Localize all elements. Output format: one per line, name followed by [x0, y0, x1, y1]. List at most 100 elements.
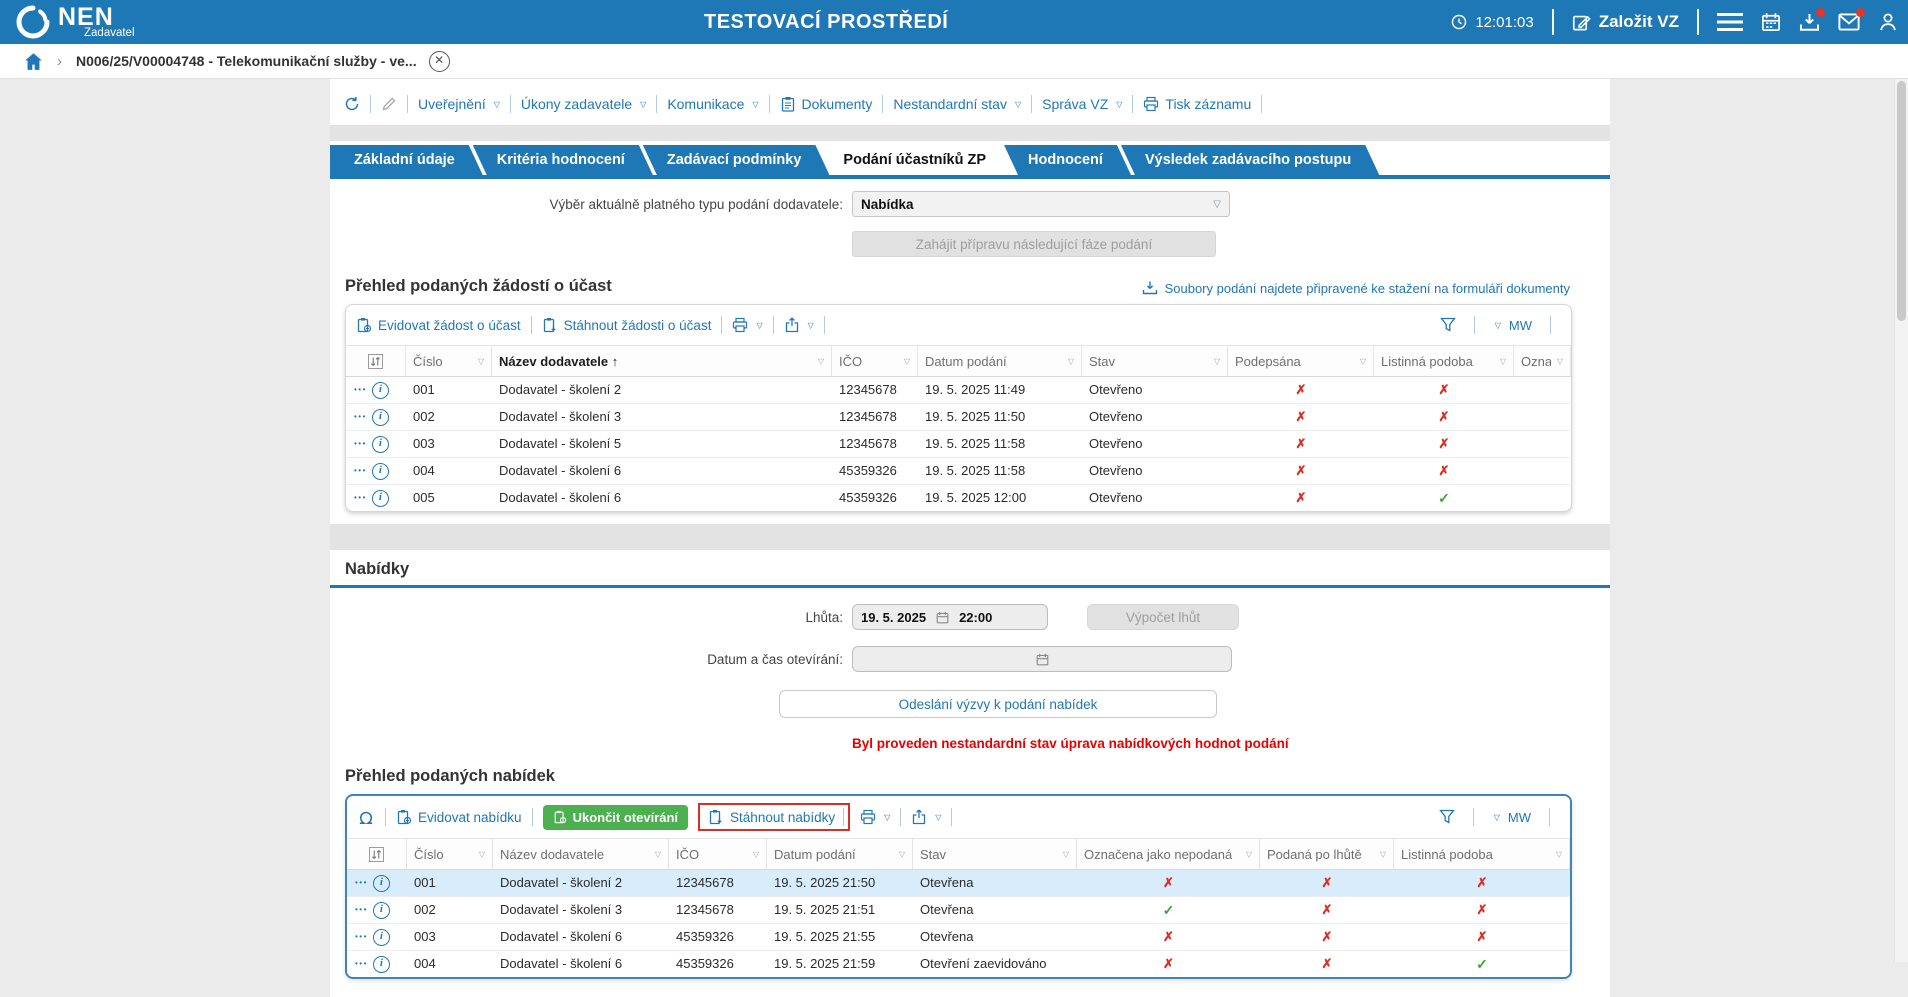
- column-filter-icon[interactable]: ▽: [1246, 850, 1252, 859]
- row-menu-icon[interactable]: •••: [354, 431, 367, 457]
- close-icon[interactable]: ✕: [429, 51, 450, 72]
- tab-5[interactable]: Výsledek zadávacího postupu: [1121, 145, 1379, 175]
- command-item-3[interactable]: Dokumenty: [780, 96, 873, 112]
- column-header-0[interactable]: Číslo▽: [406, 346, 492, 376]
- user-icon[interactable]: [1878, 12, 1898, 32]
- chevron-down-icon[interactable]: ▽: [1494, 813, 1500, 822]
- opening-datetime-field[interactable]: [852, 646, 1232, 672]
- info-icon[interactable]: i: [373, 929, 390, 946]
- watch-button[interactable]: [357, 808, 375, 826]
- info-icon[interactable]: i: [372, 436, 389, 453]
- info-icon[interactable]: i: [373, 956, 390, 973]
- column-filter-icon[interactable]: ▽: [479, 850, 485, 859]
- print-button[interactable]: ▽: [732, 317, 762, 333]
- command-item-0[interactable]: Uveřejnění▽: [418, 96, 500, 112]
- filter-icon[interactable]: [1439, 809, 1455, 825]
- column-header-7[interactable]: Označe▽: [1514, 346, 1571, 376]
- column-filter-icon[interactable]: ▽: [818, 357, 824, 366]
- column-filter-icon[interactable]: ▽: [899, 850, 905, 859]
- submission-type-select[interactable]: Nabídka ▽: [852, 191, 1230, 217]
- column-filter-icon[interactable]: ▽: [1063, 850, 1069, 859]
- mw-toggle[interactable]: MW: [1508, 810, 1531, 825]
- tab-0[interactable]: Základní údaje: [330, 145, 483, 175]
- send-call-for-offers-button[interactable]: Odeslání výzvy k podání nabídek: [779, 690, 1217, 718]
- table-row[interactable]: •••i004Dodavatel - školení 64535932619. …: [346, 457, 1571, 484]
- column-header-7[interactable]: Listinná podoba▽: [1394, 839, 1570, 869]
- tab-2[interactable]: Zadávací podmínky: [643, 145, 830, 175]
- column-header-5[interactable]: Označena jako nepodaná▽: [1077, 839, 1260, 869]
- tab-3[interactable]: Podání účastníků ZP: [819, 145, 1014, 175]
- info-icon[interactable]: i: [372, 382, 389, 399]
- scrollbar-thumb[interactable]: [1897, 81, 1906, 321]
- tab-1[interactable]: Kritéria hodnocení: [473, 145, 653, 175]
- files-download-link[interactable]: Soubory podání najdete připravené ke sta…: [1142, 280, 1570, 296]
- print-button[interactable]: ▽: [860, 809, 890, 825]
- column-filter-icon[interactable]: ▽: [1068, 357, 1074, 366]
- column-filter-icon[interactable]: ▽: [1360, 357, 1366, 366]
- table-row[interactable]: •••i003Dodavatel - školení 51234567819. …: [346, 430, 1571, 457]
- tab-4[interactable]: Hodnocení: [1004, 145, 1131, 175]
- info-icon[interactable]: i: [373, 902, 390, 919]
- row-menu-icon[interactable]: •••: [354, 377, 367, 403]
- evidovat-zadost-button[interactable]: Evidovat žádost o účast: [356, 317, 521, 333]
- column-filter-icon[interactable]: ▽: [655, 850, 661, 859]
- command-item-2[interactable]: Komunikace▽: [667, 96, 758, 112]
- info-icon[interactable]: i: [372, 409, 389, 426]
- column-header-3[interactable]: Datum podání▽: [767, 839, 913, 869]
- refresh-button[interactable]: [344, 96, 360, 112]
- column-header-4[interactable]: Stav▽: [913, 839, 1077, 869]
- menu-icon[interactable]: [1717, 12, 1743, 32]
- column-filter-icon[interactable]: ▽: [1557, 357, 1563, 366]
- chevron-down-icon[interactable]: ▽: [1495, 321, 1501, 330]
- vertical-scrollbar[interactable]: [1894, 79, 1908, 962]
- info-icon[interactable]: i: [372, 490, 389, 507]
- table-row[interactable]: •••i005Dodavatel - školení 64535932619. …: [346, 484, 1571, 511]
- command-item-4[interactable]: Nestandardní stav▽: [893, 96, 1021, 112]
- breadcrumb-item[interactable]: N006/25/V00004748 - Telekomunikační služ…: [76, 53, 417, 69]
- column-filter-icon[interactable]: ▽: [753, 850, 759, 859]
- table-row[interactable]: •••i002Dodavatel - školení 31234567819. …: [346, 403, 1571, 430]
- column-filter-icon[interactable]: ▽: [1556, 850, 1562, 859]
- command-item-1[interactable]: Úkony zadavatele▽: [521, 96, 646, 112]
- row-menu-icon[interactable]: •••: [355, 870, 368, 896]
- row-menu-icon[interactable]: •••: [355, 924, 368, 950]
- nen-logo[interactable]: NEN Zadavatel: [16, 5, 135, 40]
- column-filter-icon[interactable]: ▽: [1380, 850, 1386, 859]
- table-row[interactable]: •••i003Dodavatel - školení 64535932619. …: [347, 923, 1570, 950]
- table-row[interactable]: •••i001Dodavatel - školení 21234567819. …: [346, 377, 1571, 403]
- info-icon[interactable]: i: [373, 875, 390, 892]
- column-header-5[interactable]: Podepsána▽: [1228, 346, 1374, 376]
- end-opening-button[interactable]: Ukončit otevírání: [543, 805, 688, 830]
- table-row[interactable]: •••i004Dodavatel - školení 64535932619. …: [347, 950, 1570, 977]
- table-row[interactable]: •••i001Dodavatel - školení 21234567819. …: [347, 870, 1570, 896]
- info-icon[interactable]: i: [372, 463, 389, 480]
- column-filter-icon[interactable]: ▽: [478, 357, 484, 366]
- column-filter-icon[interactable]: ▽: [904, 357, 910, 366]
- mw-toggle[interactable]: MW: [1509, 318, 1532, 333]
- command-item-6[interactable]: Tisk záznamu: [1143, 96, 1251, 112]
- start-next-phase-button[interactable]: Zahájit přípravu následující fáze podání: [852, 231, 1216, 257]
- calendar-icon[interactable]: [1761, 12, 1781, 32]
- stahnout-nabidky-button[interactable]: Stáhnout nabídky: [708, 809, 835, 825]
- export-button[interactable]: ▽: [784, 317, 814, 333]
- column-settings-icon[interactable]: [346, 346, 406, 376]
- column-header-1[interactable]: Název dodavatele▽: [493, 839, 669, 869]
- column-header-1[interactable]: Název dodavatele ↑▽: [492, 346, 832, 376]
- stahnout-zadosti-button[interactable]: Stáhnout žádosti o účast: [542, 317, 712, 333]
- filter-icon[interactable]: [1440, 317, 1456, 333]
- column-filter-icon[interactable]: ▽: [1214, 357, 1220, 366]
- evidovat-nabidku-button[interactable]: Evidovat nabídku: [396, 809, 522, 825]
- row-menu-icon[interactable]: •••: [354, 404, 367, 430]
- row-menu-icon[interactable]: •••: [355, 951, 368, 977]
- create-vz-button[interactable]: Založit VZ: [1572, 12, 1679, 32]
- deadline-field[interactable]: 19. 5. 2025 22:00: [852, 604, 1048, 630]
- column-header-4[interactable]: Stav▽: [1082, 346, 1228, 376]
- edit-record-button[interactable]: [381, 96, 397, 112]
- table-row[interactable]: •••i002Dodavatel - školení 31234567819. …: [347, 896, 1570, 923]
- column-header-6[interactable]: Podaná po lhůtě▽: [1260, 839, 1394, 869]
- column-header-3[interactable]: Datum podání▽: [918, 346, 1082, 376]
- messages-button[interactable]: [1838, 12, 1860, 32]
- column-settings-icon[interactable]: [347, 839, 407, 869]
- column-header-0[interactable]: Číslo▽: [407, 839, 493, 869]
- column-header-2[interactable]: IČO▽: [832, 346, 918, 376]
